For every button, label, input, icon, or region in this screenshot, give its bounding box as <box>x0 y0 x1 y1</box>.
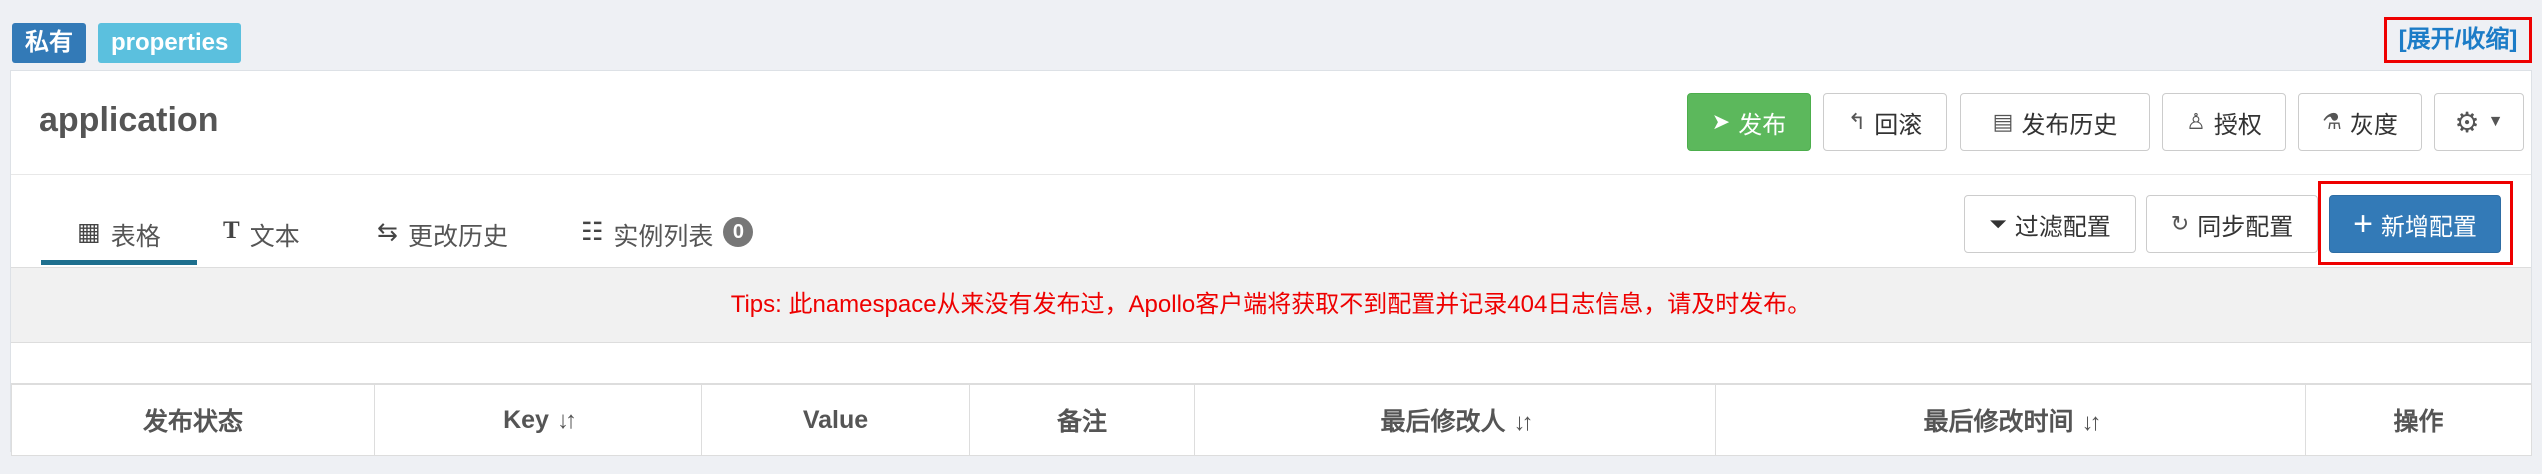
column-header-status: 发布状态 <box>11 383 375 456</box>
tab-change-history[interactable]: ⇆ 更改历史 <box>377 217 508 267</box>
gear-icon: ⚙ <box>2454 106 2480 138</box>
undo-icon: ↰ <box>1847 109 1867 134</box>
rollback-label: 回滚 <box>1874 111 1923 139</box>
namespace-view: 私有 properties [展开/收缩] application ➤ 发布 ↰… <box>0 0 2542 474</box>
history-icon: ⇆ <box>377 218 398 246</box>
scope-badge: 私有 <box>12 23 86 63</box>
publish-label: 发布 <box>1738 111 1787 139</box>
authorize-button[interactable]: ♙ 授权 <box>2162 93 2286 151</box>
publish-button[interactable]: ➤ 发布 <box>1687 93 1811 151</box>
filter-icon: ⏷ <box>1989 211 2007 236</box>
column-label: Value <box>802 405 869 434</box>
column-header-actions: 操作 <box>2305 383 2532 456</box>
tab-table[interactable]: ▦ 表格 <box>41 217 197 265</box>
authorize-label: 授权 <box>2213 111 2262 139</box>
sort-icon[interactable]: ↓↑ <box>1514 409 1534 436</box>
expand-collapse-link[interactable]: [展开/收缩] <box>2384 17 2532 63</box>
config-table: 发布状态 Key ↓↑ Value 备注 最后修改人 ↓↑ 最后修改时间 ↓↑ 操作 <box>11 383 2532 456</box>
namespace-title: application <box>39 101 219 139</box>
flask-icon: ⚗ <box>2322 109 2342 134</box>
column-label: 最后修改人 <box>1380 408 1506 436</box>
tab-instance-list[interactable]: ☷ 实例列表 0 <box>581 217 754 267</box>
column-header-key[interactable]: Key ↓↑ <box>374 383 702 456</box>
highlight-box <box>2318 181 2513 265</box>
gray-release-button[interactable]: ⚗ 灰度 <box>2298 93 2422 151</box>
send-icon: ➤ <box>1711 109 1731 134</box>
format-badge: properties <box>98 23 242 63</box>
filter-config-button[interactable]: ⏷ 过滤配置 <box>1964 195 2136 253</box>
tab-change-history-label: 更改历史 <box>407 223 508 251</box>
table-icon: ▦ <box>77 218 101 246</box>
sync-config-button[interactable]: ↻ 同步配置 <box>2146 195 2318 253</box>
sync-config-label: 同步配置 <box>2197 213 2294 241</box>
calendar-icon: ▤ <box>1992 109 2014 134</box>
sort-icon[interactable]: ↓↑ <box>2082 409 2102 436</box>
column-label: 备注 <box>1056 408 1107 436</box>
column-header-modifier[interactable]: 最后修改人 ↓↑ <box>1194 383 1716 456</box>
column-label: 操作 <box>2393 408 2444 436</box>
publish-history-label: 发布历史 <box>2021 111 2118 139</box>
tab-text[interactable]: T 文本 <box>223 217 300 267</box>
namespace-panel: application ➤ 发布 ↰ 回滚 ▤ 发布历史 ♙ 授权 ⚗ 灰度 ⚙… <box>10 70 2532 456</box>
gray-release-label: 灰度 <box>2349 111 2398 139</box>
caret-down-icon: ▼ <box>2487 113 2504 130</box>
column-header-modified-time[interactable]: 最后修改时间 ↓↑ <box>1715 383 2306 456</box>
text-icon: T <box>223 217 240 244</box>
column-header-value: Value <box>701 383 970 456</box>
column-label: 最后修改时间 <box>1923 408 2074 436</box>
settings-dropdown-button[interactable]: ⚙ ▼ <box>2434 93 2524 151</box>
list-icon: ☷ <box>581 218 604 246</box>
instance-count-badge: 0 <box>723 217 754 247</box>
column-label: 发布状态 <box>142 408 243 436</box>
filter-config-label: 过滤配置 <box>2014 213 2111 241</box>
rollback-button[interactable]: ↰ 回滚 <box>1823 93 1947 151</box>
tips-banner: Tips: 此namespace从来没有发布过，Apollo客户端将获取不到配置… <box>11 267 2531 343</box>
table-header-row: 发布状态 Key ↓↑ Value 备注 最后修改人 ↓↑ 最后修改时间 ↓↑ 操作 <box>11 383 2532 456</box>
header-divider <box>11 174 2531 175</box>
user-icon: ♙ <box>2186 109 2206 134</box>
tab-text-label: 文本 <box>249 223 300 251</box>
column-header-comment: 备注 <box>969 383 1195 456</box>
publish-history-button[interactable]: ▤ 发布历史 <box>1960 93 2150 151</box>
column-label: Key <box>503 405 549 434</box>
tab-table-label: 表格 <box>110 223 161 251</box>
sort-icon[interactable]: ↓↑ <box>557 407 577 434</box>
tab-instance-list-label: 实例列表 <box>613 223 714 251</box>
refresh-icon: ↻ <box>2170 211 2190 236</box>
